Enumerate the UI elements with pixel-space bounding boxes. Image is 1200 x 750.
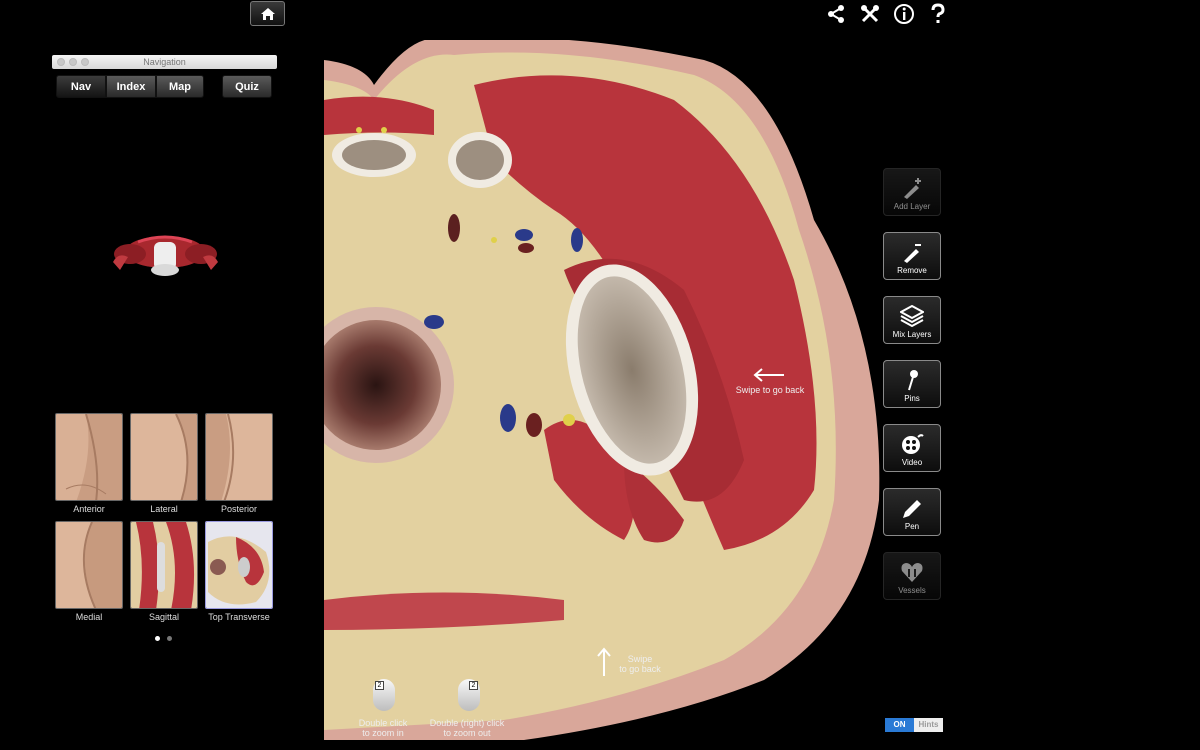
navigation-title: Navigation — [143, 57, 186, 67]
tools-icon[interactable] — [858, 2, 882, 26]
remove-icon — [904, 244, 921, 263]
view-thumbnails: Anterior Lateral Posterior Medial Sagitt… — [55, 413, 273, 629]
swipe-up-hint-line1: Swipe — [627, 654, 653, 664]
zoom-out-hint-line1: Double (right) click — [429, 718, 505, 728]
zoom-in-hint: Double click to zoom in — [348, 718, 418, 738]
page-dot-active[interactable] — [155, 636, 160, 641]
pen-button[interactable]: Pen — [883, 488, 941, 536]
view-label: Lateral — [150, 504, 178, 514]
tab-index[interactable]: Index — [106, 75, 156, 98]
hints-toggle[interactable]: ON Hints — [885, 718, 943, 732]
help-icon[interactable] — [926, 2, 950, 26]
vessels-label: Vessels — [898, 586, 926, 595]
navigation-window-titlebar: Navigation — [52, 55, 277, 69]
zoom-window-dot[interactable] — [81, 58, 89, 66]
zoom-in-hint-line2: to zoom in — [362, 728, 404, 738]
video-button[interactable]: Video — [883, 424, 941, 472]
home-button[interactable] — [250, 1, 285, 26]
view-lateral[interactable]: Lateral — [130, 413, 198, 521]
swipe-up-hint: Swipe to go back — [610, 654, 670, 674]
swipe-left-arrow-icon — [753, 368, 784, 382]
mouse-left-click-icon: 2 — [373, 679, 395, 711]
tool-panel: Add Layer Remove Mix Layers Pins Video P… — [883, 168, 941, 600]
thumbnail-pager[interactable] — [155, 636, 172, 641]
swipe-up-arrow-icon — [597, 647, 611, 676]
swipe-back-hint: Swipe to go back — [735, 385, 805, 395]
pins-label: Pins — [904, 394, 920, 403]
view-sagittal[interactable]: Sagittal — [130, 521, 198, 629]
add-layer-label: Add Layer — [893, 202, 931, 211]
window-controls — [57, 58, 89, 66]
video-label: Video — [901, 458, 923, 467]
view-top-transverse[interactable]: Top Transverse — [205, 521, 273, 629]
zoom-out-hint-line2: to zoom out — [443, 728, 491, 738]
home-icon — [260, 7, 275, 20]
add-layer-button[interactable]: Add Layer — [883, 168, 941, 216]
remove-button[interactable]: Remove — [883, 232, 941, 280]
pins-button[interactable]: Pins — [883, 360, 941, 408]
view-anterior[interactable]: Anterior — [55, 413, 123, 521]
view-label: Top Transverse — [208, 612, 270, 622]
hints-toggle-on: ON — [885, 718, 914, 732]
anatomy-viewport[interactable] — [324, 40, 884, 750]
remove-label: Remove — [897, 266, 927, 275]
info-icon[interactable] — [892, 2, 916, 26]
orientation-model[interactable] — [108, 222, 223, 282]
quiz-button[interactable]: Quiz — [222, 75, 272, 98]
tab-map[interactable]: Map — [156, 75, 204, 98]
view-label: Sagittal — [148, 612, 180, 622]
video-icon — [902, 434, 924, 454]
mix-layers-button[interactable]: Mix Layers — [883, 296, 941, 344]
vessels-button[interactable]: Vessels — [883, 552, 941, 600]
add-layer-icon — [904, 178, 921, 199]
pin-icon — [908, 370, 918, 391]
navigation-tabs: Nav Index Map Quiz — [56, 75, 272, 98]
vessels-icon — [901, 563, 923, 582]
view-medial[interactable]: Medial — [55, 521, 123, 629]
pen-label: Pen — [904, 522, 920, 531]
layers-icon — [900, 305, 924, 327]
view-label: Medial — [75, 612, 103, 622]
top-toolbar — [824, 2, 950, 26]
zoom-out-hint: Double (right) click to zoom out — [420, 718, 514, 738]
mix-layers-label: Mix Layers — [892, 330, 932, 339]
tab-nav[interactable]: Nav — [56, 75, 106, 98]
mouse-number: 2 — [469, 681, 478, 690]
minimize-window-dot[interactable] — [69, 58, 77, 66]
hints-toggle-label: Hints — [914, 718, 943, 732]
view-label: Posterior — [220, 504, 257, 514]
view-label: Anterior — [73, 504, 105, 514]
mouse-number: 2 — [375, 681, 384, 690]
close-window-dot[interactable] — [57, 58, 65, 66]
zoom-in-hint-line1: Double click — [358, 718, 408, 728]
mouse-right-click-icon: 2 — [458, 679, 480, 711]
swipe-up-hint-line2: to go back — [619, 664, 661, 674]
share-icon[interactable] — [824, 2, 848, 26]
page-dot[interactable] — [167, 636, 172, 641]
pen-icon — [903, 500, 921, 518]
view-posterior[interactable]: Posterior — [205, 413, 273, 521]
